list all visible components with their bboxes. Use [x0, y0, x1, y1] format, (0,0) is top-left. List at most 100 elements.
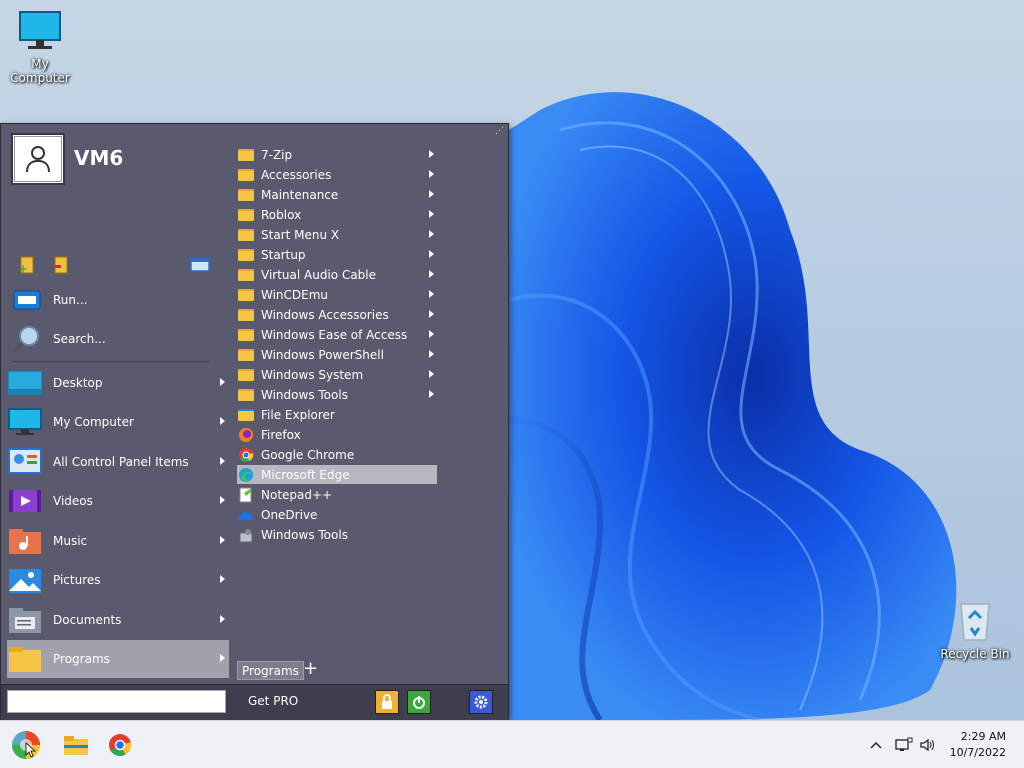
user-name: VM6 [74, 146, 124, 170]
file-explorer-icon [237, 407, 255, 423]
program-file-explorer[interactable]: File Explorer [237, 405, 437, 424]
program-virtual-audio-cable[interactable]: Virtual Audio Cable [237, 265, 437, 284]
program-windows-ease-of-access[interactable]: Windows Ease of Access [237, 325, 437, 344]
program-label: Windows Tools [261, 527, 348, 542]
run-label: Run... [53, 293, 88, 307]
program-windows-tools-folder[interactable]: Windows Tools [237, 385, 437, 404]
chevron-right-icon [429, 270, 434, 278]
menu-item-programs[interactable]: Programs [7, 640, 229, 678]
folder-icon [237, 147, 255, 163]
program-accessories[interactable]: Accessories [237, 165, 437, 184]
menu-item-label: Desktop [53, 376, 103, 390]
chevron-right-icon [220, 536, 225, 544]
program-windows-system[interactable]: Windows System [237, 365, 437, 384]
desktop-icon-recycle-bin[interactable]: Recycle Bin [935, 598, 1015, 661]
menu-item-label: Programs [53, 652, 110, 666]
chevron-right-icon [429, 230, 434, 238]
program-7zip[interactable]: 7-Zip [237, 145, 437, 164]
program-start-menu-x[interactable]: Start Menu X [237, 225, 437, 244]
add-shortcut-icon[interactable]: + [17, 255, 37, 276]
program-label: Windows Tools [261, 387, 348, 402]
shutdown-button[interactable] [407, 690, 431, 714]
chevron-right-icon [429, 390, 434, 398]
menu-item-label: My Computer [53, 415, 134, 429]
program-maintenance[interactable]: Maintenance [237, 185, 437, 204]
taskbar-chrome[interactable] [102, 727, 138, 763]
chevron-right-icon [429, 370, 434, 378]
monitor-icon [0, 10, 80, 55]
program-firefox[interactable]: Firefox [237, 425, 437, 444]
show-hidden-icons[interactable] [866, 735, 886, 755]
desktop-icon [7, 368, 43, 398]
program-label: Notepad++ [261, 487, 333, 502]
chevron-right-icon [429, 250, 434, 258]
desktop-icon-my-computer[interactable]: My Computer [0, 10, 80, 85]
menu-item-videos[interactable]: Videos [7, 482, 229, 520]
start-button[interactable] [8, 727, 44, 763]
menu-item-label: Pictures [53, 573, 101, 587]
program-label: Microsoft Edge [261, 467, 350, 482]
program-notepad-plus-plus[interactable]: Notepad++ [237, 485, 437, 504]
program-label: Firefox [261, 427, 301, 442]
folder-icon [7, 644, 43, 674]
program-label: Maintenance [261, 187, 339, 202]
start-orb-icon [12, 731, 40, 759]
lock-button[interactable] [375, 690, 399, 714]
program-label: Accessories [261, 167, 332, 182]
network-icon[interactable] [894, 735, 914, 755]
program-label: File Explorer [261, 407, 335, 422]
videos-icon [7, 486, 43, 516]
taskbar-file-explorer[interactable] [58, 727, 94, 763]
resize-grip-icon[interactable]: ⋰ [495, 126, 504, 136]
remove-shortcut-icon[interactable] [51, 255, 71, 275]
folder-icon [237, 207, 255, 223]
program-label: Google Chrome [261, 447, 355, 462]
power-icon [413, 696, 425, 709]
program-roblox[interactable]: Roblox [237, 205, 437, 224]
taskbar-clock[interactable]: 2:29 AM 10/7/2022 [950, 729, 1006, 761]
program-windows-powershell[interactable]: Windows PowerShell [237, 345, 437, 364]
desktop-icon-label: My Computer [10, 57, 70, 85]
tab-programs[interactable]: Programs [237, 661, 304, 680]
folder-icon [237, 307, 255, 323]
program-microsoft-edge[interactable]: Microsoft Edge [237, 465, 437, 484]
settings-button[interactable] [469, 690, 493, 714]
program-label: OneDrive [261, 507, 318, 522]
menu-item-documents[interactable]: Documents [7, 601, 229, 639]
program-startup[interactable]: Startup [237, 245, 437, 264]
folder-icon [237, 247, 255, 263]
chevron-right-icon [220, 457, 225, 465]
pictures-icon [7, 565, 43, 595]
folder-icon [237, 367, 255, 383]
programs-list: 7-Zip Accessories Maintenance Roblox Sta… [233, 144, 508, 664]
folder-icon [237, 167, 255, 183]
clock-time: 2:29 AM [960, 730, 1006, 743]
program-google-chrome[interactable]: Google Chrome [237, 445, 437, 464]
program-windows-accessories[interactable]: Windows Accessories [237, 305, 437, 324]
add-tab-button[interactable]: + [303, 659, 318, 679]
control-panel-icon [7, 447, 43, 477]
window-icon[interactable] [189, 255, 210, 275]
clock-date: 10/7/2022 [949, 746, 1006, 759]
menu-item-desktop[interactable]: Desktop [7, 364, 229, 402]
program-label: Start Menu X [261, 227, 340, 242]
menu-item-music[interactable]: Music [7, 522, 229, 560]
menu-item-pictures[interactable]: Pictures [7, 561, 229, 599]
volume-icon[interactable] [918, 735, 938, 755]
start-search-input[interactable] [7, 690, 226, 713]
get-pro-link[interactable]: Get PRO [248, 694, 298, 708]
chevron-right-icon [429, 350, 434, 358]
start-menu-left-pane: VM6 + Run... Search... Desktop My Comput… [1, 124, 233, 684]
music-icon [7, 526, 43, 556]
menu-item-control-panel[interactable]: All Control Panel Items [7, 443, 229, 481]
run-command[interactable]: Run... [11, 284, 211, 316]
program-windows-tools[interactable]: Windows Tools [237, 525, 437, 544]
folder-icon [237, 187, 255, 203]
menu-item-my-computer[interactable]: My Computer [7, 403, 229, 441]
program-wincdemu[interactable]: WinCDEmu [237, 285, 437, 304]
program-label: 7-Zip [261, 147, 293, 162]
user-avatar[interactable] [11, 133, 65, 185]
search-command[interactable]: Search... [11, 323, 211, 355]
chevron-right-icon [220, 654, 225, 662]
program-onedrive[interactable]: OneDrive [237, 505, 437, 524]
